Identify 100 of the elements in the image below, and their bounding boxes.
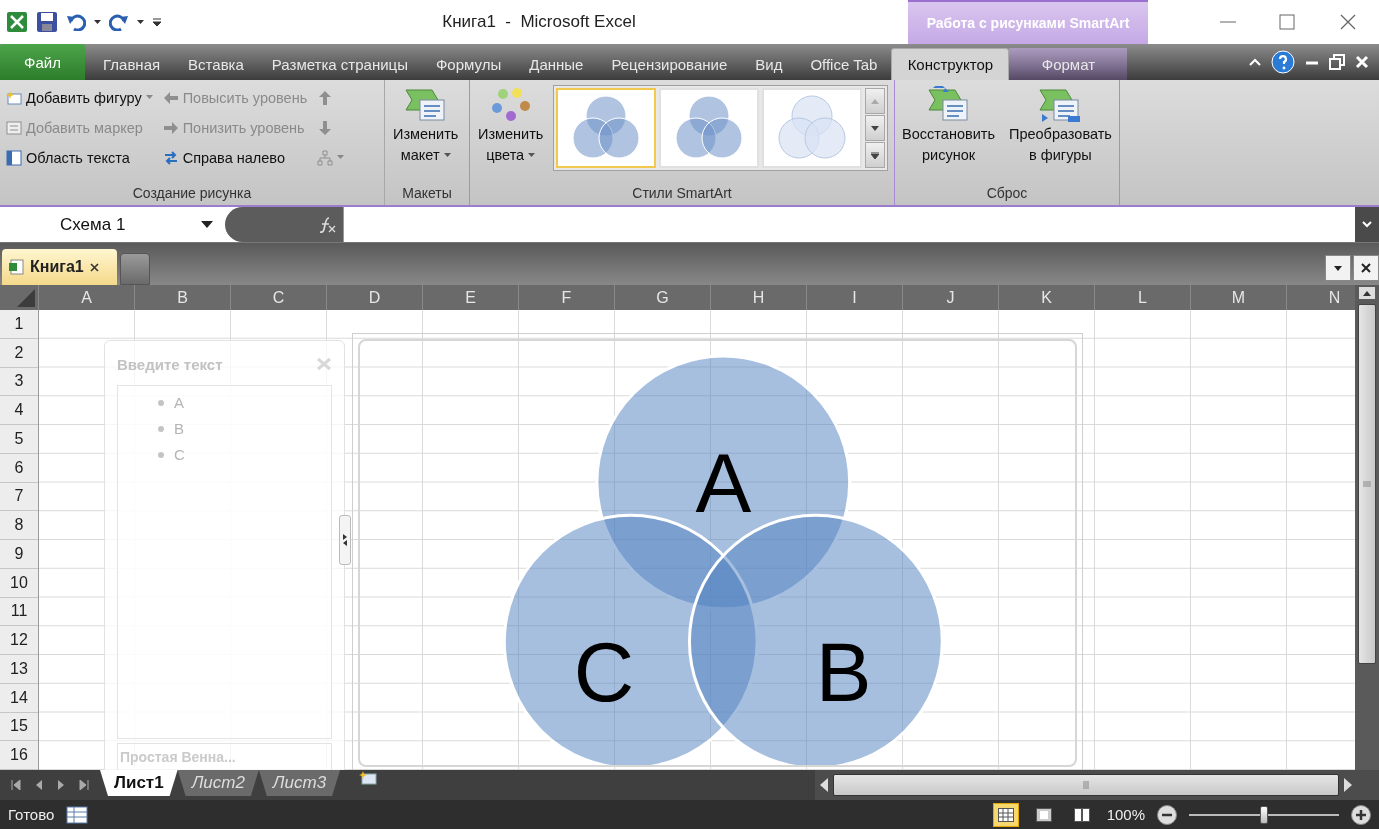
row-header: 2: [0, 338, 38, 368]
sheet-tab[interactable]: Лист3: [258, 770, 341, 796]
save-icon: [36, 11, 58, 33]
style-thumbnail[interactable]: [659, 88, 760, 168]
grip-icon: [1083, 781, 1089, 789]
scroll-thumb[interactable]: [833, 774, 1339, 796]
ribbon-tab[interactable]: Главная: [89, 48, 175, 80]
arrows-icon: [342, 533, 348, 547]
ribbon-command[interactable]: Справа налево: [160, 144, 310, 171]
row-header: 14: [0, 683, 38, 713]
macro-record-icon: [66, 805, 89, 824]
redo-icon: [109, 13, 129, 31]
row-header: 11: [0, 597, 38, 627]
bullet-icon: [158, 425, 164, 432]
group-label: Создание рисунка: [131, 184, 253, 203]
gallery-down-button[interactable]: [865, 115, 886, 141]
ribbon-tab[interactable]: Разметка страницы: [257, 48, 422, 80]
up-icon: [871, 98, 880, 104]
excel-logo-icon: [6, 11, 28, 33]
close-icon: [89, 262, 99, 272]
scroll-right-icon: [1343, 778, 1353, 792]
slider-thumb[interactable]: [1260, 805, 1268, 824]
caret-icon: [94, 19, 101, 25]
caret-icon: [528, 153, 536, 158]
context-tab-header: Работа с рисунками SmartArt: [908, 0, 1148, 44]
maximize-icon: [1279, 14, 1296, 30]
row-header: 10: [0, 568, 38, 598]
ribbon-tab[interactable]: Вставка: [174, 48, 258, 80]
ribbon-tab[interactable]: Формат: [1009, 48, 1128, 80]
ribbon-tab[interactable]: Рецензирование: [597, 48, 742, 80]
caret-icon: [443, 153, 451, 158]
ribbon-tab[interactable]: Данные: [515, 48, 598, 80]
customize-icon: [152, 17, 162, 27]
circle-label: A: [695, 436, 752, 531]
sheet-tab[interactable]: Лист1: [100, 770, 178, 796]
ribbon-button[interactable]: Изменить макет: [389, 84, 463, 168]
status-text: Готово: [8, 806, 55, 823]
ribbon-tab[interactable]: Вид: [741, 48, 797, 80]
zoom-out-button[interactable]: [1157, 804, 1177, 825]
last-sheet-icon: [79, 780, 89, 790]
collapse-ribbon-icon: [1249, 58, 1261, 66]
ribbon-command[interactable]: Добавить фигуру: [4, 84, 155, 111]
text-pane-icon: [6, 149, 22, 166]
color-dots-icon: [490, 86, 531, 124]
scroll-up-icon: [1359, 287, 1375, 299]
scroll-thumb[interactable]: [1358, 304, 1376, 664]
pane-toggle-handle[interactable]: [339, 515, 351, 565]
ribbon-tab[interactable]: Конструктор: [891, 48, 1010, 80]
page-break-icon: [1073, 807, 1090, 822]
zoom-in-button[interactable]: [1351, 804, 1371, 825]
chevron-down-icon: [1362, 221, 1372, 228]
caret-icon: [145, 95, 153, 100]
ribbon-tab[interactable]: Файл: [0, 44, 85, 80]
select-all-icon: [17, 289, 35, 307]
close-icon: [1355, 55, 1369, 69]
gallery-more-button[interactable]: [865, 142, 886, 168]
dropdown-icon: [201, 221, 213, 228]
ribbon-button[interactable]: Восстановить рисунок: [898, 84, 999, 168]
circle-label: C: [573, 625, 635, 720]
style-thumbnail[interactable]: [762, 88, 863, 168]
smartart-frame[interactable]: A C B: [352, 333, 1083, 770]
row-header: 13: [0, 655, 38, 684]
ribbon-button[interactable]: Преобразовать в фигуры: [1004, 84, 1116, 168]
page-icon: [1035, 807, 1052, 822]
close-icon: [1361, 263, 1371, 273]
group-label: Сброс: [985, 184, 1029, 203]
org-chart-icon: [317, 149, 334, 166]
new-tab-button[interactable]: [120, 253, 150, 285]
row-header: 7: [0, 482, 38, 512]
ribbon-tab[interactable]: Формулы: [421, 48, 516, 80]
row-header: 1: [0, 310, 38, 339]
ribbon-button[interactable]: Изменить цвета: [474, 84, 548, 168]
ribbon-tab[interactable]: Office Tab: [796, 48, 892, 80]
minimize-icon: [1219, 21, 1236, 23]
tab-list-button[interactable]: [1325, 255, 1351, 281]
group-label: Макеты: [401, 184, 453, 203]
row-header: 12: [0, 626, 38, 655]
ribbon-command[interactable]: Область текста: [4, 144, 155, 171]
workbook-tab[interactable]: Книга1: [2, 249, 117, 285]
grip-icon: [1363, 481, 1371, 487]
sheet-tab[interactable]: Лист2: [177, 770, 259, 796]
up-arrow-icon: [317, 89, 334, 106]
help-icon: [1271, 50, 1295, 74]
previous-sheet-icon: [35, 780, 43, 790]
undo-icon: [66, 13, 86, 31]
name-box[interactable]: Схема 1: [0, 207, 225, 242]
layout-icon: [403, 86, 448, 124]
dropdown-icon: [1334, 265, 1342, 271]
expand-button[interactable]: [1355, 207, 1379, 242]
bullet-list-icon: [6, 119, 22, 136]
view-button[interactable]: [992, 802, 1019, 827]
close-tab-button[interactable]: [1353, 255, 1379, 281]
style-thumbnail[interactable]: [556, 88, 657, 168]
caret-icon: [137, 19, 144, 25]
list-item-text: A: [174, 394, 184, 411]
circle-label: B: [815, 625, 872, 720]
first-sheet-icon: [11, 780, 21, 790]
reset-layout-icon: [926, 86, 971, 124]
insert-sheet-icon: [359, 770, 380, 786]
list-item-text: C: [174, 446, 185, 463]
